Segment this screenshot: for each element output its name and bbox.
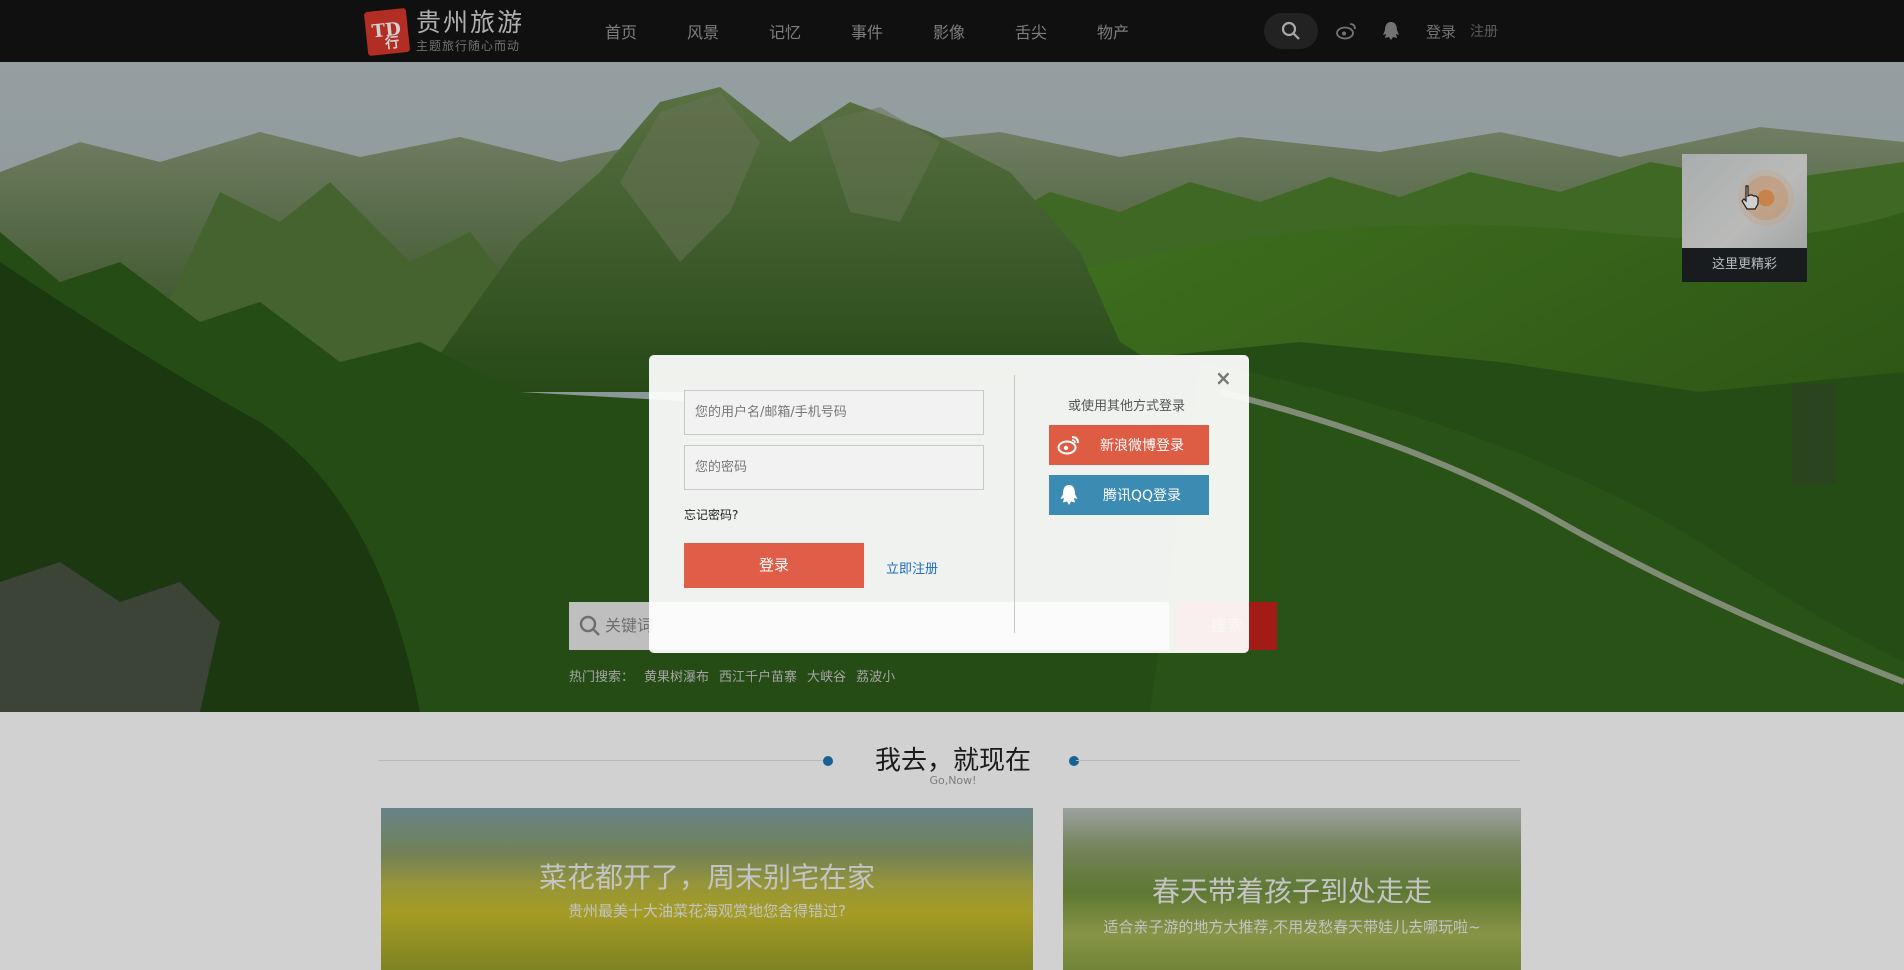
weibo-icon	[1049, 425, 1089, 465]
password-field[interactable]: 您的密码	[684, 445, 984, 490]
close-icon[interactable]: ×	[1215, 368, 1232, 388]
weibo-login-button[interactable]: 新浪微博登录	[1049, 425, 1209, 465]
username-field[interactable]: 您的用户名/邮箱/手机号码	[684, 390, 984, 435]
qq-icon	[1049, 475, 1089, 515]
login-button[interactable]: 登录	[684, 543, 864, 588]
modal-divider	[1014, 375, 1015, 633]
other-login-title: 或使用其他方式登录	[1067, 399, 1185, 414]
username-placeholder: 您的用户名/邮箱/手机号码	[695, 405, 847, 420]
page: 这里更精彩 关键词 搜索 热门搜索：黄果树瀑布西江千户苗寨大峡谷荔波小	[0, 0, 1904, 970]
weibo-login-label: 新浪微博登录	[1100, 438, 1184, 454]
login-modal: × 您的用户名/邮箱/手机号码 您的密码 忘记密码? 登录 立即注册 或使用其他…	[649, 355, 1249, 653]
register-now-link[interactable]: 立即注册	[886, 558, 938, 577]
password-placeholder: 您的密码	[695, 460, 748, 475]
qq-login-button[interactable]: 腾讯QQ登录	[1049, 475, 1209, 515]
qq-login-label: 腾讯QQ登录	[1102, 488, 1182, 504]
forgot-password-link[interactable]: 忘记密码?	[684, 506, 738, 523]
